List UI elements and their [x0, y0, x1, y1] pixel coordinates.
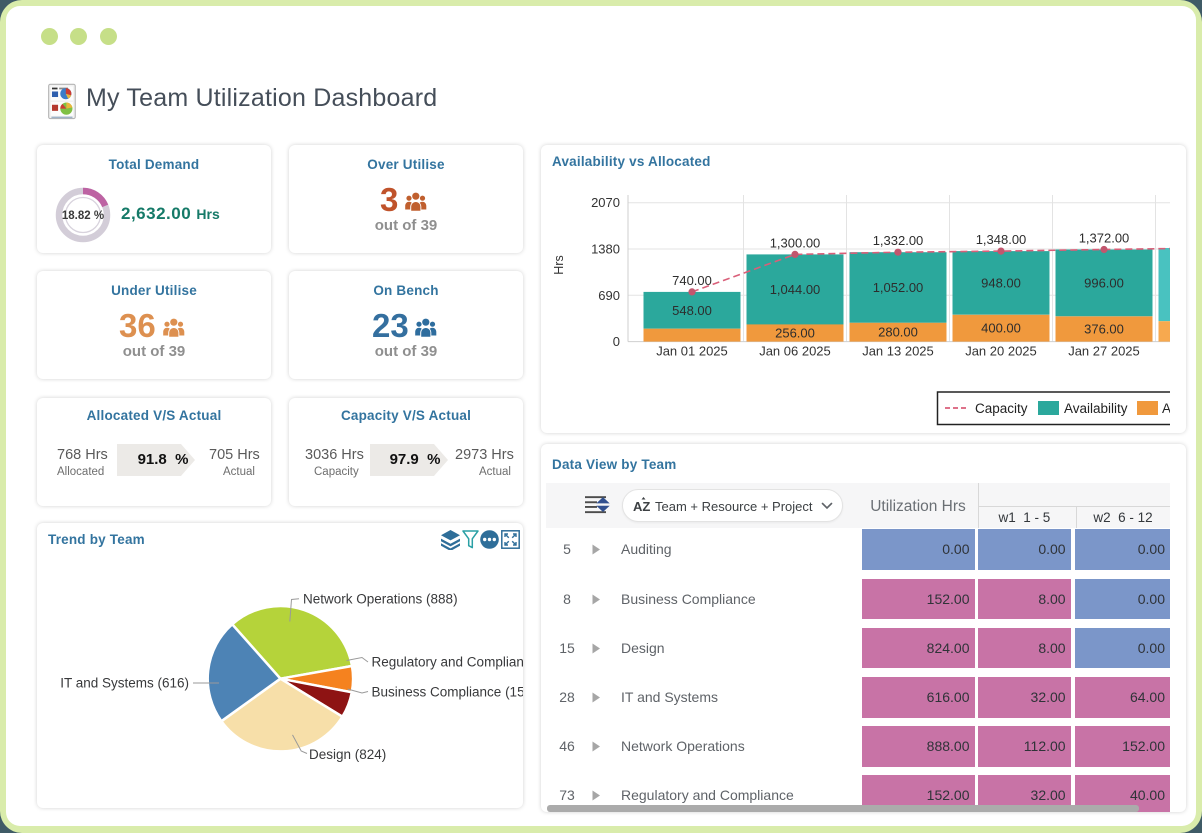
svg-text:996.00: 996.00 — [1084, 276, 1124, 291]
svg-text:AZ: AZ — [633, 499, 650, 514]
svg-text:0: 0 — [613, 334, 620, 349]
svg-text:Hrs: Hrs — [552, 255, 566, 274]
svg-text:1,300.00: 1,300.00 — [770, 235, 821, 250]
svg-text:280.00: 280.00 — [878, 325, 918, 340]
svg-text:1380: 1380 — [591, 242, 620, 257]
svg-text:18.82 %: 18.82 % — [62, 210, 104, 222]
svg-text:Jan 27 2025: Jan 27 2025 — [1068, 344, 1140, 359]
svg-text:1,348.00: 1,348.00 — [976, 232, 1027, 247]
svg-text:376.00: 376.00 — [1084, 322, 1124, 337]
svg-text:Jan 13 2025: Jan 13 2025 — [862, 344, 934, 359]
svg-text:2070: 2070 — [591, 195, 620, 210]
svg-text:690: 690 — [598, 288, 620, 303]
svg-text:Design (824): Design (824) — [309, 747, 386, 762]
svg-text:Jan 01 2025: Jan 01 2025 — [656, 344, 728, 359]
svg-text:1,372.00: 1,372.00 — [1079, 231, 1130, 246]
svg-text:548.00: 548.00 — [672, 303, 712, 318]
svg-text:Jan 06 2025: Jan 06 2025 — [759, 344, 831, 359]
svg-text:948.00: 948.00 — [981, 276, 1021, 291]
svg-text:Jan 20 2025: Jan 20 2025 — [965, 344, 1037, 359]
svg-text:1,052.00: 1,052.00 — [873, 280, 924, 295]
svg-text:Allocated: Allocated — [1162, 401, 1170, 416]
svg-text:256.00: 256.00 — [775, 326, 815, 341]
svg-text:Availability: Availability — [1064, 401, 1128, 416]
svg-text:Business Compliance (152): Business Compliance (152) — [372, 685, 524, 700]
svg-text:400.00: 400.00 — [981, 321, 1021, 336]
svg-text:Network Operations (888): Network Operations (888) — [303, 592, 458, 607]
svg-text:740.00: 740.00 — [672, 273, 712, 288]
svg-text:1,332.00: 1,332.00 — [873, 233, 924, 248]
svg-text:Capacity: Capacity — [975, 401, 1028, 416]
svg-text:IT and Systems (616): IT and Systems (616) — [60, 676, 189, 691]
svg-text:Regulatory and Compliance (152: Regulatory and Compliance (152) — [372, 655, 524, 670]
svg-text:1,044.00: 1,044.00 — [770, 282, 821, 297]
